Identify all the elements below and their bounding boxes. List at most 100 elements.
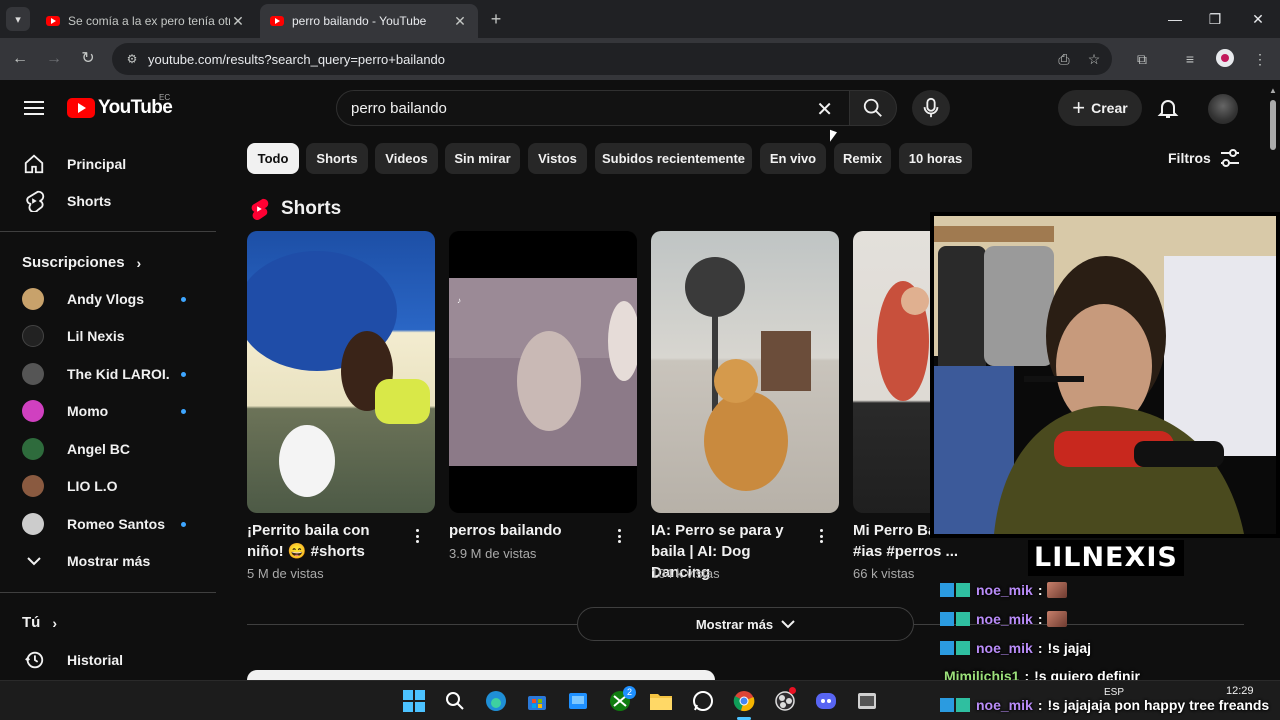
chip-vistos[interactable]: Vistos	[528, 143, 587, 174]
sidebar-item-label: Momo	[67, 403, 109, 419]
sidebar-item-romeo-santos[interactable]: Romeo Santos	[12, 506, 208, 542]
live-indicator	[181, 296, 186, 302]
home-icon	[22, 152, 46, 176]
chip-subidos-recientemente[interactable]: Subidos recientemente	[595, 143, 752, 174]
browser-tab-1[interactable]: Se comía a la ex pero tenía otro ✕	[36, 4, 256, 38]
sidebar-item-label: Shorts	[67, 193, 112, 209]
youtube-logo[interactable]: YouTube EC	[67, 93, 173, 119]
sidebar-item-shorts[interactable]: Shorts	[12, 183, 208, 219]
search-icon[interactable]	[442, 688, 468, 714]
tab-search-button[interactable]: ▾	[6, 7, 30, 31]
sidebar: Principal Shorts Suscripciones › Andy Vl…	[0, 140, 216, 680]
sidebar-show-more[interactable]: Mostrar más	[12, 543, 208, 579]
chip-10-horas[interactable]: 10 horas	[899, 143, 972, 174]
chip-sin-mirar[interactable]: Sin mirar	[445, 143, 520, 174]
chip-remix[interactable]: Remix	[834, 143, 891, 174]
file-explorer-icon[interactable]	[648, 688, 674, 714]
chip-en-vivo[interactable]: En vivo	[760, 143, 826, 174]
account-avatar[interactable]	[1208, 94, 1238, 124]
chat-badge-icon	[940, 612, 970, 626]
obs-icon[interactable]	[772, 687, 798, 714]
search-box: ✕	[336, 90, 850, 126]
chip-videos[interactable]: Videos	[375, 143, 438, 174]
short-thumbnail[interactable]	[247, 231, 435, 513]
extensions-icon[interactable]: ⧉	[1130, 47, 1154, 71]
search-input[interactable]	[351, 99, 791, 117]
page-scrollbar[interactable]: ▲	[1268, 86, 1278, 680]
microsoft-store-icon[interactable]	[524, 688, 550, 714]
restore-button[interactable]: ❐	[1200, 8, 1230, 30]
shorts-icon	[22, 189, 46, 213]
chrome-icon[interactable]	[731, 688, 757, 714]
install-app-icon[interactable]: ⎙	[1054, 49, 1074, 69]
hamburger-menu-icon[interactable]	[22, 97, 46, 119]
streamer-name: LILNEXIS	[1028, 540, 1184, 576]
short-thumbnail[interactable]	[853, 231, 930, 513]
sidebar-item-historial[interactable]: Historial	[12, 642, 208, 678]
short-thumbnail-image	[247, 251, 430, 497]
app-icon[interactable]	[565, 688, 591, 714]
sidebar-item-momo[interactable]: Momo	[12, 393, 208, 429]
app-icon[interactable]	[854, 688, 880, 714]
more-options-icon[interactable]	[614, 526, 624, 546]
chip-shorts[interactable]: Shorts	[306, 143, 368, 174]
subscriptions-title: Suscripciones	[22, 254, 125, 271]
you-heading[interactable]: Tú ›	[22, 614, 57, 631]
show-more-button[interactable]: Mostrar más	[577, 607, 914, 641]
edge-browser-icon[interactable]	[483, 688, 509, 714]
clear-search-icon[interactable]: ✕	[816, 97, 833, 122]
search-button[interactable]	[849, 90, 897, 126]
divider	[247, 624, 577, 625]
sidebar-item-andy-vlogs[interactable]: Andy Vlogs	[12, 281, 208, 317]
media-controls-icon[interactable]: ≡	[1178, 47, 1202, 71]
scrollbar-thumb[interactable]	[1270, 100, 1276, 150]
close-window-button[interactable]: ✕	[1243, 8, 1273, 30]
bookmark-star-icon[interactable]: ☆	[1084, 49, 1104, 69]
shorts-section-heading: Shorts	[249, 198, 341, 220]
more-options-icon[interactable]	[412, 526, 422, 546]
site-info-icon[interactable]: ⚙	[122, 49, 142, 69]
chip-todo[interactable]: Todo	[247, 143, 299, 174]
create-label: Crear	[1091, 100, 1128, 116]
chat-emote-icon	[1047, 611, 1068, 627]
short-thumbnail[interactable]	[651, 231, 839, 513]
short-thumbnail-image	[685, 257, 811, 491]
sidebar-item-the-kid-laroi[interactable]: The Kid LAROI.	[12, 356, 208, 392]
chat-username: noe_mik	[976, 582, 1033, 598]
short-title[interactable]: ¡Perrito baila con niño! 😄 #shorts	[247, 520, 407, 562]
back-button[interactable]: ←	[8, 47, 32, 71]
create-button[interactable]: + Crear	[1058, 90, 1142, 126]
close-icon[interactable]: ✕	[452, 13, 468, 30]
sidebar-item-lio-lo[interactable]: LIO L.O	[12, 468, 208, 504]
discord-icon[interactable]	[813, 688, 839, 714]
browser-tab-2[interactable]: perro bailando - YouTube ✕	[260, 4, 478, 38]
reload-button[interactable]: ↻	[76, 47, 100, 71]
windows-start-icon[interactable]	[401, 688, 427, 714]
notifications-bell-icon[interactable]	[1156, 96, 1180, 120]
scroll-up-icon[interactable]: ▲	[1269, 86, 1277, 95]
voice-search-button[interactable]	[912, 90, 950, 126]
whatsapp-icon[interactable]	[690, 688, 716, 714]
new-tab-button[interactable]: +	[484, 8, 508, 32]
chat-text: !s jajaj	[1047, 640, 1092, 656]
sidebar-item-angel-bc[interactable]: Angel BC	[12, 431, 208, 467]
xbox-icon[interactable]: 2	[607, 686, 636, 714]
filters-button[interactable]: Filtros	[1168, 148, 1241, 168]
avatar	[22, 288, 44, 310]
close-icon[interactable]: ✕	[230, 13, 246, 30]
sidebar-item-lil-nexis[interactable]: Lil Nexis	[12, 318, 208, 354]
short-title[interactable]: perros bailando	[449, 520, 609, 541]
sidebar-item-label: Andy Vlogs	[67, 291, 145, 307]
forward-button[interactable]: →	[42, 47, 66, 71]
chevron-down-icon	[781, 620, 795, 629]
sidebar-item-principal[interactable]: Principal	[12, 146, 208, 182]
chat-message: noe_mik :	[940, 611, 1068, 627]
profile-avatar-icon[interactable]	[1216, 49, 1234, 67]
short-thumbnail[interactable]: ♪	[449, 231, 637, 513]
more-options-icon[interactable]	[816, 526, 826, 546]
address-bar[interactable]: ⚙ youtube.com/results?search_query=perro…	[112, 43, 1112, 75]
menu-kebab-icon[interactable]: ⋮	[1248, 47, 1272, 71]
next-result-thumbnail[interactable]	[247, 670, 715, 680]
subscriptions-heading[interactable]: Suscripciones ›	[22, 254, 141, 271]
minimize-button[interactable]: —	[1160, 8, 1190, 30]
